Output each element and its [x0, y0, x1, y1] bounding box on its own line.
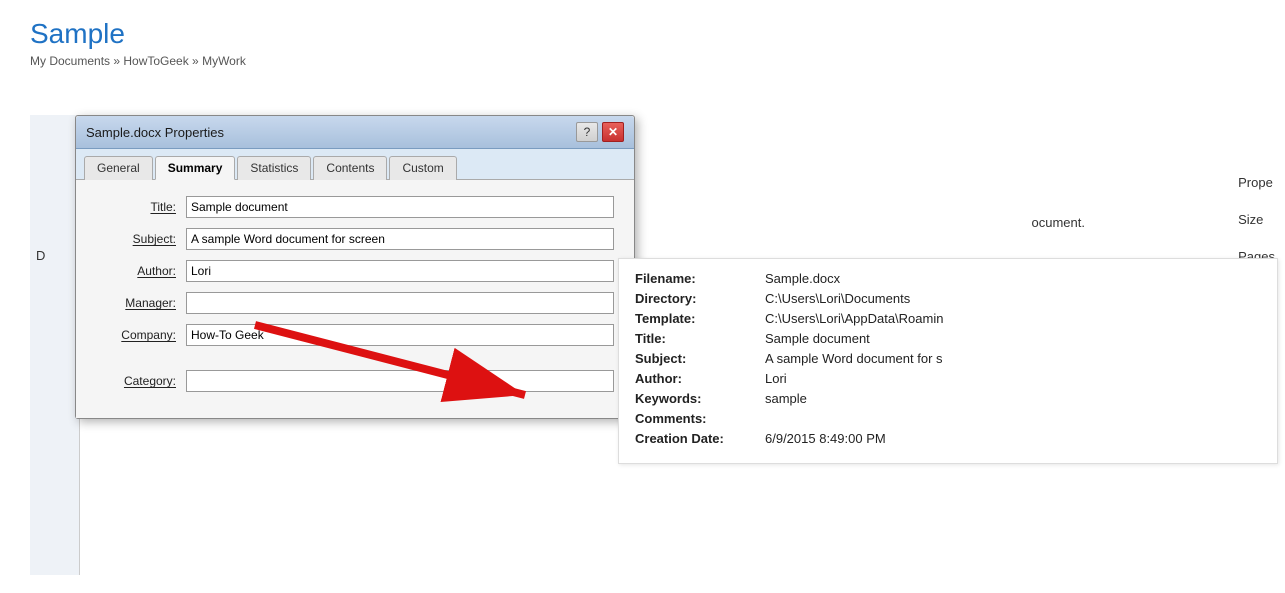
field-manager-row: Manager:: [96, 292, 614, 314]
info-label-keywords: Keywords:: [635, 391, 765, 406]
close-button[interactable]: ✕: [602, 122, 624, 142]
tab-statistics[interactable]: Statistics: [237, 156, 311, 180]
info-row-comments: Comments:: [635, 411, 1261, 426]
info-label-filename: Filename:: [635, 271, 765, 286]
info-panel: Filename: Sample.docx Directory: C:\User…: [618, 258, 1278, 464]
info-row-title: Title: Sample document: [635, 331, 1261, 346]
help-button[interactable]: ?: [576, 122, 598, 142]
breadcrumb: My Documents » HowToGeek » MyWork: [30, 54, 1255, 68]
info-value-subject: A sample Word document for s: [765, 351, 943, 366]
field-author-row: Author:: [96, 260, 614, 282]
field-author-label: Author:: [96, 264, 186, 278]
field-subject-label: Subject:: [96, 232, 186, 246]
field-subject-input[interactable]: [186, 228, 614, 250]
field-author-input[interactable]: [186, 260, 614, 282]
info-row-author: Author: Lori: [635, 371, 1261, 386]
tab-contents[interactable]: Contents: [313, 156, 387, 180]
info-value-title: Sample document: [765, 331, 870, 346]
info-label-title: Title:: [635, 331, 765, 346]
field-title-label: Title:: [96, 200, 186, 214]
field-title-input[interactable]: [186, 196, 614, 218]
info-row-template: Template: C:\Users\Lori\AppData\Roamin: [635, 311, 1261, 326]
page-title: Sample: [30, 18, 1255, 50]
properties-dialog: Sample.docx Properties ? ✕ General Summa…: [75, 115, 635, 419]
field-title-row: Title:: [96, 196, 614, 218]
info-value-author: Lori: [765, 371, 787, 386]
info-value-keywords: sample: [765, 391, 807, 406]
field-company-input[interactable]: [186, 324, 614, 346]
tab-general[interactable]: General: [84, 156, 153, 180]
info-value-filename: Sample.docx: [765, 271, 840, 286]
doc-letter: D: [36, 248, 45, 263]
info-value-template: C:\Users\Lori\AppData\Roamin: [765, 311, 943, 326]
info-value-directory: C:\Users\Lori\Documents: [765, 291, 910, 306]
dialog-titlebar: Sample.docx Properties ? ✕: [76, 116, 634, 149]
info-label-template: Template:: [635, 311, 765, 326]
dialog-controls: ? ✕: [576, 122, 624, 142]
tab-bar: General Summary Statistics Contents Cust…: [76, 149, 634, 180]
info-row-directory: Directory: C:\Users\Lori\Documents: [635, 291, 1261, 306]
field-manager-label: Manager:: [96, 296, 186, 310]
field-company-row: Company:: [96, 324, 614, 346]
field-category-row: Category:: [96, 370, 614, 392]
left-sidebar-strip: [30, 115, 80, 575]
tab-summary[interactable]: Summary: [155, 156, 236, 180]
size-header: Size: [1238, 212, 1275, 227]
info-label-subject: Subject:: [635, 351, 765, 366]
info-row-subject: Subject: A sample Word document for s: [635, 351, 1261, 366]
doc-text-snippet: ocument.: [1032, 215, 1085, 230]
info-value-creation-date: 6/9/2015 8:49:00 PM: [765, 431, 886, 446]
info-label-directory: Directory:: [635, 291, 765, 306]
field-category-input[interactable]: [186, 370, 614, 392]
prope-header: Prope: [1238, 175, 1275, 190]
field-subject-row: Subject:: [96, 228, 614, 250]
tab-custom[interactable]: Custom: [389, 156, 456, 180]
field-manager-input[interactable]: [186, 292, 614, 314]
dialog-content: Title: Subject: Author: Manager: Company…: [76, 180, 634, 418]
info-label-comments: Comments:: [635, 411, 765, 426]
info-row-creation-date: Creation Date: 6/9/2015 8:49:00 PM: [635, 431, 1261, 446]
dialog-title: Sample.docx Properties: [86, 125, 224, 140]
info-row-keywords: Keywords: sample: [635, 391, 1261, 406]
field-company-label: Company:: [96, 328, 186, 342]
info-row-filename: Filename: Sample.docx: [635, 271, 1261, 286]
info-label-author: Author:: [635, 371, 765, 386]
info-label-creation-date: Creation Date:: [635, 431, 765, 446]
field-category-label: Category:: [96, 374, 186, 388]
